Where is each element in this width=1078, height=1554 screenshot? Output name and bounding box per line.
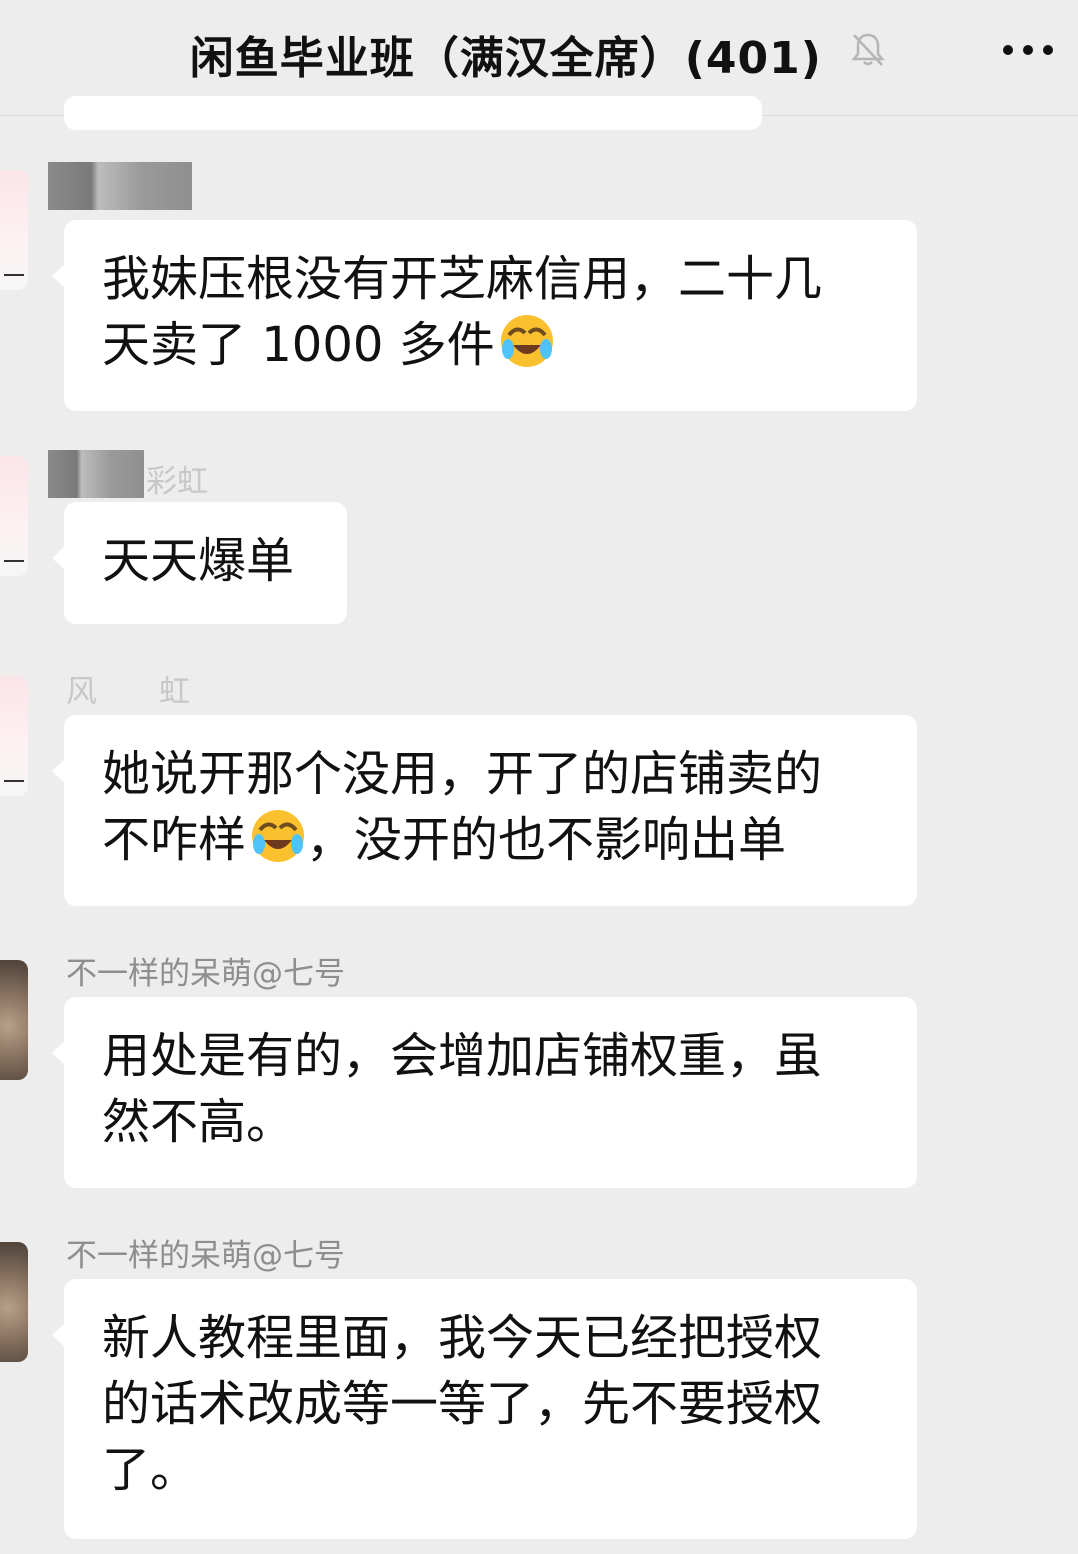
message-bubble[interactable]: 我妹压根没有开芝麻信用，二十几 天卖了 1000 多件 xyxy=(52,220,917,411)
message-bubble[interactable]: 她说开那个没用，开了的店铺卖的 不咋样 ，没开的也不影响出单 xyxy=(52,715,917,906)
avatar[interactable] xyxy=(0,456,28,576)
message-bubble[interactable]: 天天爆单 xyxy=(52,502,347,624)
more-dots-icon xyxy=(1003,45,1053,55)
message-text: 不咋样 xyxy=(102,812,247,868)
sender-name-blurred xyxy=(48,162,192,210)
message-text-line: 她说开那个没用，开了的店铺卖的 xyxy=(102,746,823,802)
face-with-tears-of-joy-icon xyxy=(252,810,305,862)
message-text-line: 了。 xyxy=(102,1442,199,1498)
message-text: ，没开的也不影响出单 xyxy=(306,812,787,868)
avatar[interactable] xyxy=(0,1242,28,1362)
more-options-button[interactable] xyxy=(1000,36,1056,64)
sender-name-partial: 风 虹 xyxy=(66,674,190,710)
sender-name[interactable]: 不一样的呆萌@七号 xyxy=(66,948,345,993)
message-text-line: 然不高。 xyxy=(102,1094,295,1150)
message-text: 天卖了 1000 多件 xyxy=(102,317,495,373)
sender-name-blurred xyxy=(48,450,144,498)
sender-name-partial: 彩虹 xyxy=(146,464,208,500)
avatar[interactable] xyxy=(0,676,28,796)
message-bubble[interactable]: 用处是有的，会增加店铺权重，虽 然不高。 xyxy=(52,997,917,1188)
avatar[interactable] xyxy=(0,960,28,1080)
message-text-line: 天卖了 1000 多件 xyxy=(102,312,879,378)
previous-message-bubble xyxy=(64,96,762,130)
message-text: 天天爆单 xyxy=(102,533,295,589)
face-with-tears-of-joy-icon xyxy=(500,315,553,367)
message-text-line: 不咋样 ，没开的也不影响出单 xyxy=(102,807,879,873)
message-text-line: 用处是有的，会增加店铺权重，虽 xyxy=(102,1028,823,1084)
message-text-line: 我妹压根没有开芝麻信用，二十几 xyxy=(102,251,823,307)
sender-name[interactable]: 不一样的呆萌@七号 xyxy=(66,1230,345,1275)
message-bubble[interactable]: 新人教程里面，我今天已经把授权 的话术改成等一等了，先不要授权 了。 xyxy=(52,1279,917,1539)
bell-off-icon xyxy=(848,29,888,80)
avatar[interactable] xyxy=(0,170,28,290)
message-text-line: 新人教程里面，我今天已经把授权 xyxy=(102,1310,823,1366)
message-text-line: 的话术改成等一等了，先不要授权 xyxy=(102,1376,823,1432)
chat-title[interactable]: 闲鱼毕业班（满汉全席）(401) xyxy=(0,22,1078,86)
group-name: 闲鱼毕业班（满汉全席）(401) xyxy=(189,33,822,84)
